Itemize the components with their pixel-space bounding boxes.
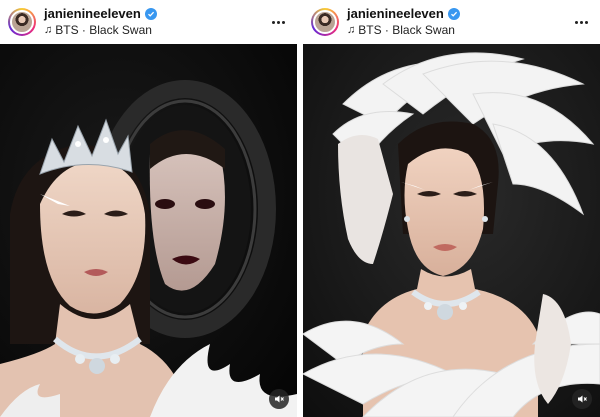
verified-badge-icon <box>144 8 157 21</box>
post-header: janienineeleven ♫ BTS · Black Swan <box>303 0 600 44</box>
verified-badge-icon <box>447 8 460 21</box>
audio-label: BTS · Black Swan <box>358 22 455 37</box>
audio-label: BTS · Black Swan <box>55 22 152 37</box>
audio-muted-icon[interactable] <box>572 389 592 409</box>
music-note-icon: ♫ <box>44 24 53 37</box>
post-image[interactable] <box>0 44 297 417</box>
post-header: janienineeleven ♫ BTS · Black Swan <box>0 0 297 44</box>
more-options-icon[interactable] <box>267 11 289 33</box>
username[interactable]: janienineeleven <box>347 6 444 22</box>
music-note-icon: ♫ <box>347 24 356 37</box>
avatar[interactable] <box>311 8 339 36</box>
avatar[interactable] <box>8 8 36 36</box>
audio-track[interactable]: ♫ BTS · Black Swan <box>44 22 267 38</box>
post-left: janienineeleven ♫ BTS · Black Swan <box>0 0 297 417</box>
audio-muted-icon[interactable] <box>269 389 289 409</box>
post-image[interactable] <box>303 44 600 417</box>
more-options-icon[interactable] <box>570 11 592 33</box>
audio-track[interactable]: ♫ BTS · Black Swan <box>347 22 570 38</box>
username[interactable]: janienineeleven <box>44 6 141 22</box>
post-right: janienineeleven ♫ BTS · Black Swan <box>303 0 600 417</box>
post-meta: janienineeleven ♫ BTS · Black Swan <box>347 6 570 38</box>
post-meta: janienineeleven ♫ BTS · Black Swan <box>44 6 267 38</box>
